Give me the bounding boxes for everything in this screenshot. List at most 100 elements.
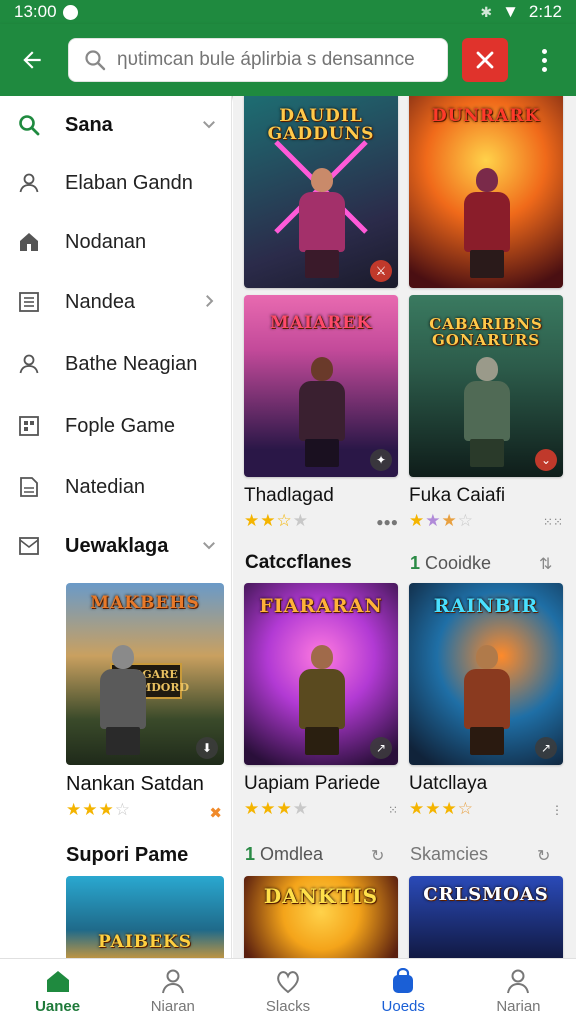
- bottom-navigation: Uanee Niaran Slacks Uoeds Narian: [0, 958, 576, 1024]
- game-card[interactable]: DANKTIS: [244, 876, 398, 958]
- bottom-nav-label: Uanee: [35, 998, 81, 1015]
- game-card[interactable]: MAIAREK ✦ Thadlagad ★★☆★ ●●●: [244, 295, 398, 531]
- badge-icon: ⌄: [535, 449, 557, 471]
- character-art: [458, 357, 514, 467]
- status-time: 13:00: [14, 2, 57, 21]
- rating: ★★★☆ ⋮: [409, 799, 563, 819]
- game-card[interactable]: DUNRARK: [409, 96, 563, 288]
- search-bar[interactable]: [68, 38, 448, 82]
- grid-dots-icon[interactable]: ⁙⁙: [543, 515, 563, 529]
- sidebar-item-label: Natedian: [65, 475, 146, 498]
- mail-icon: [16, 533, 42, 559]
- close-icon: [476, 51, 494, 69]
- cover-title-text: RAINBIR: [433, 595, 539, 617]
- notification-icon: [62, 4, 78, 20]
- star-rating: ★★★☆: [409, 511, 474, 531]
- grid-icon: [16, 413, 42, 439]
- grid-dots-icon[interactable]: ⁙: [388, 803, 398, 817]
- bottom-nav-niaran[interactable]: Niaran: [115, 959, 230, 1024]
- chevron-right-icon: [206, 295, 214, 307]
- sidebar-item-bathe-neagian[interactable]: Bathe Neagian: [0, 336, 231, 392]
- bottom-nav-label: Narian: [496, 998, 541, 1015]
- game-title: Thadlagad: [244, 485, 334, 506]
- character-art: [94, 645, 164, 755]
- featured-game-card[interactable]: MAKBEHS BURGARE DERMDORD ⬇ Nankan Satdan…: [66, 583, 224, 822]
- sidebar-item-label: Fople Game: [65, 414, 176, 437]
- bottom-nav-label: Slacks: [265, 998, 311, 1015]
- more-vert-icon[interactable]: ⋮: [551, 803, 563, 817]
- game-card[interactable]: CRLSMOAS: [409, 876, 563, 958]
- cover-title-text: MAKBEHS: [90, 593, 200, 613]
- apps-icon: ✖: [209, 805, 222, 822]
- star-rating: ★★★★: [244, 799, 309, 819]
- game-cover-image: FIARARAN ↗: [244, 583, 398, 765]
- section-count: 1 Omdlea: [245, 844, 323, 865]
- game-cover-image: DAUDIL GADDUNS ⚔: [244, 96, 398, 288]
- overflow-menu-button[interactable]: [528, 44, 560, 76]
- sort-icon[interactable]: ⇅: [539, 554, 559, 574]
- download-icon: ⬇: [196, 737, 218, 759]
- sidebar-item-fople-game[interactable]: Fople Game: [0, 398, 231, 454]
- clear-search-button[interactable]: [462, 38, 508, 82]
- game-cover-image: MAIAREK ✦: [244, 295, 398, 477]
- rating: ★★★☆ ✖: [66, 800, 224, 822]
- app-root: 13:00 ✱ ▼ 2:12 Sana: [0, 0, 576, 1024]
- bottom-nav-narian[interactable]: Narian: [461, 959, 576, 1024]
- sidebar-item-label: Sana: [65, 113, 113, 136]
- bottom-nav-uoeds[interactable]: Uoeds: [346, 959, 461, 1024]
- sidebar-item-elaban-gandn[interactable]: Elaban Gandn: [0, 155, 231, 211]
- sidebar-item-sana[interactable]: Sana: [0, 97, 231, 153]
- bottom-nav-label: Niaran: [150, 998, 195, 1015]
- refresh-icon[interactable]: ↻: [371, 846, 391, 866]
- rating: ★★★☆ ⁙⁙: [409, 511, 563, 531]
- sidebar-item-nandea[interactable]: Nandea: [0, 274, 231, 330]
- cover-title-text: MAIAREK: [269, 313, 372, 333]
- sidebar: Sana Elaban Gandn Nodanan Nandea Bathe N…: [0, 96, 232, 958]
- section-title: Supori Pame: [66, 844, 189, 866]
- game-card[interactable]: FIARARAN ↗ Uapiam Pariede ★★★★ ⁙: [244, 583, 398, 819]
- star-rating: ★★★☆: [66, 800, 131, 820]
- featured-game-title: Nankan Satdan: [66, 773, 204, 795]
- game-card[interactable]: RAINBIR ↗ Uatcllaya ★★★☆ ⋮: [409, 583, 563, 819]
- arrow-left-icon: [23, 51, 41, 69]
- list-icon: [16, 289, 42, 315]
- rating: ★★★★ ⁙: [244, 799, 398, 819]
- sidebar-item-label: Uewaklaga: [65, 534, 169, 557]
- more-dots-icon[interactable]: ●●●: [376, 515, 398, 529]
- sidebar-item-uewaklaga[interactable]: Uewaklaga: [0, 518, 231, 574]
- app-bar: [0, 24, 576, 96]
- cover-title-text: CABARIBNS GONARURS: [429, 315, 543, 349]
- back-button[interactable]: [12, 40, 52, 80]
- game-card[interactable]: CABARIBNS GONARURS ⌄ Fuka Caiafi ★★★☆ ⁙⁙: [409, 295, 563, 531]
- game-card[interactable]: PAIBEKS: [66, 876, 224, 958]
- badge-icon: ⚔: [370, 260, 392, 282]
- cover-title-text: DANKTIS: [263, 884, 379, 908]
- game-title: Fuka Caiafi: [409, 485, 506, 506]
- game-title: Uatcllaya: [409, 773, 488, 794]
- bottom-nav-home[interactable]: Uanee: [0, 959, 115, 1024]
- document-icon: [16, 474, 42, 500]
- star-rating: ★★☆★: [244, 511, 309, 531]
- sidebar-item-natedian[interactable]: Natedian: [0, 459, 231, 515]
- bottom-nav-slacks[interactable]: Slacks: [230, 959, 345, 1024]
- game-cover-image: MAKBEHS BURGARE DERMDORD ⬇: [66, 583, 224, 765]
- wifi-icon: ▼: [502, 2, 519, 21]
- game-title: Uapiam Pariede: [244, 773, 381, 794]
- sidebar-item-nodanan[interactable]: Nodanan: [0, 214, 231, 270]
- game-cover-image: CRLSMOAS: [409, 876, 563, 958]
- game-cover-image: PAIBEKS: [66, 876, 224, 958]
- cover-title-text: FIARARAN: [259, 595, 383, 617]
- game-cover-image: DUNRARK: [409, 96, 563, 288]
- game-cover-image: DANKTIS: [244, 876, 398, 958]
- search-input[interactable]: [117, 49, 437, 71]
- character-art: [458, 168, 514, 278]
- status-bar: 13:00 ✱ ▼ 2:12: [0, 0, 576, 24]
- download-icon: ↗: [535, 737, 557, 759]
- person-icon: [161, 969, 184, 994]
- game-card[interactable]: DAUDIL GADDUNS ⚔: [244, 96, 398, 288]
- search-icon: [85, 50, 106, 71]
- section-count-number: 1: [245, 844, 256, 864]
- bottom-nav-label: Uoeds: [381, 998, 425, 1015]
- refresh-icon[interactable]: ↻: [537, 846, 557, 866]
- character-art: [458, 645, 514, 755]
